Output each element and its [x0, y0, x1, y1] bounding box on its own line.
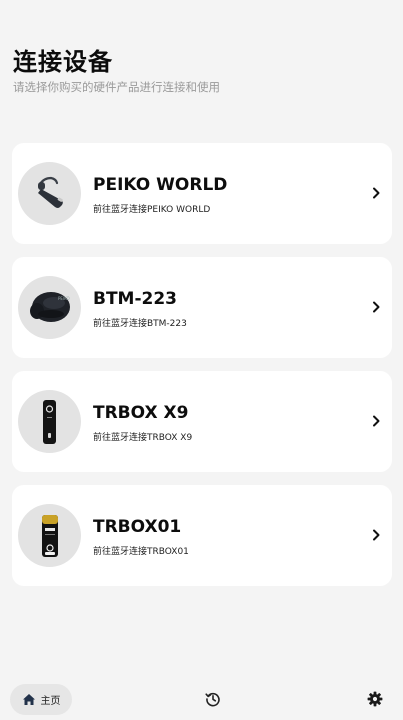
device-name: TRBOX X9	[93, 403, 189, 423]
page-subtitle: 请选择你购买的硬件产品进行连接和使用	[13, 80, 220, 94]
trbox01-device-icon	[18, 504, 81, 567]
device-card-trbox01[interactable]: TRBOX01 前往蓝牙连接TRBOX01	[12, 485, 392, 586]
device-name: PEIKO WORLD	[93, 175, 228, 195]
device-card-peiko-world[interactable]: PEIKO WORLD 前往蓝牙连接PEIKO WORLD	[12, 143, 392, 244]
device-list: PEIKO WORLD 前往蓝牙连接PEIKO WORLD PEIKO BTM-…	[12, 143, 392, 599]
chevron-right-icon[interactable]	[372, 529, 380, 541]
chevron-right-icon[interactable]	[372, 415, 380, 427]
bottom-navigation: 主页	[0, 680, 403, 720]
device-description: 前往蓝牙连接TRBOX01	[93, 547, 189, 557]
device-name: TRBOX01	[93, 517, 182, 537]
chevron-right-icon[interactable]	[372, 301, 380, 313]
home-icon	[22, 694, 35, 705]
nav-home-label: 主页	[40, 696, 61, 707]
trbox-x9-device-icon	[18, 390, 81, 453]
nav-home-button[interactable]: 主页	[10, 684, 72, 715]
device-card-btm-223[interactable]: PEIKO BTM-223 前往蓝牙连接BTM-223	[12, 257, 392, 358]
device-description: 前往蓝牙连接PEIKO WORLD	[93, 205, 211, 215]
device-description: 前往蓝牙连接TRBOX X9	[93, 433, 193, 443]
earbud-icon: PEIKO	[18, 276, 81, 339]
device-connect-page: 连接设备 请选择你购买的硬件产品进行连接和使用 PEIKO WORLD 前往蓝牙…	[0, 0, 403, 720]
history-icon[interactable]	[205, 691, 221, 707]
earpiece-headset-icon	[18, 162, 81, 225]
page-title: 连接设备	[13, 48, 113, 76]
svg-text:PEIKO: PEIKO	[58, 296, 70, 301]
gear-icon[interactable]	[367, 691, 383, 707]
device-card-trbox-x9[interactable]: TRBOX X9 前往蓝牙连接TRBOX X9	[12, 371, 392, 472]
chevron-right-icon[interactable]	[372, 187, 380, 199]
device-description: 前往蓝牙连接BTM-223	[93, 319, 187, 329]
device-name: BTM-223	[93, 289, 178, 309]
